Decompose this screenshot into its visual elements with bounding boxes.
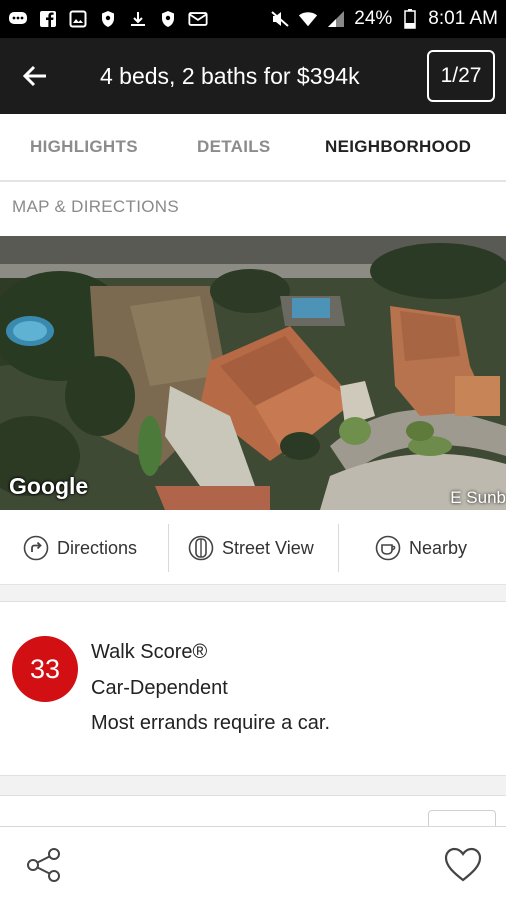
clock: 8:01 AM (428, 8, 498, 29)
directions-label: Directions (57, 537, 138, 558)
arrow-left-icon (22, 65, 46, 87)
tab-bar: HIGHLIGHTS DETAILS NEIGHBORHOOD (0, 114, 506, 182)
nearby-icon (375, 535, 401, 561)
walk-score-category: Car-Dependent (91, 677, 228, 699)
walk-score-badge: 33 (12, 636, 78, 702)
walk-score-description: Most errands require a car. (91, 712, 330, 734)
section-label-map: MAP & DIRECTIONS (12, 197, 179, 216)
battery-percent: 24% (354, 8, 393, 29)
battery-icon (400, 9, 420, 29)
share-icon (27, 848, 60, 882)
directions-icon (23, 535, 49, 561)
facebook-icon (38, 10, 58, 28)
back-button[interactable] (0, 38, 70, 114)
system-status: 24% 8:01 AM (270, 8, 498, 30)
map-actions: Directions Street View Nearby (0, 510, 506, 585)
status-bar: 24% 8:01 AM (0, 0, 506, 38)
section-gap (0, 776, 506, 796)
directions-button[interactable]: Directions (23, 524, 137, 572)
tab-highlights[interactable]: HIGHLIGHTS (30, 137, 138, 157)
bottom-action-bar (0, 826, 506, 900)
share-button[interactable] (24, 845, 64, 885)
photo-counter-button[interactable]: 1/27 (427, 50, 495, 102)
favorite-button[interactable] (444, 847, 482, 883)
image-icon (68, 10, 88, 28)
shield-icon (158, 10, 178, 28)
wifi-icon (298, 10, 318, 28)
street-view-label: Street View (222, 537, 314, 558)
mute-icon (270, 10, 290, 28)
street-view-button[interactable]: Street View (188, 524, 314, 572)
notification-icons (8, 10, 208, 28)
nearby-label: Nearby (409, 537, 468, 558)
heart-icon (444, 847, 482, 882)
walk-score-card[interactable]: 33 Walk Score® Car-Dependent Most errand… (0, 602, 506, 776)
nearby-button[interactable]: Nearby (375, 524, 467, 572)
shield-icon (98, 10, 118, 28)
next-card-preview (0, 796, 506, 830)
listing-title: 4 beds, 2 baths for $394k (100, 62, 360, 89)
walk-score-title: Walk Score® (91, 641, 208, 663)
signal-icon (326, 10, 346, 28)
chat-icon (8, 10, 28, 28)
divider (338, 524, 339, 572)
mail-icon (188, 10, 208, 28)
google-logo: Google (9, 473, 89, 499)
satellite-map[interactable]: Google E Sunb (0, 236, 506, 510)
section-gap (0, 585, 506, 602)
street-view-icon (188, 535, 214, 561)
tab-details[interactable]: DETAILS (197, 137, 271, 157)
divider (168, 524, 169, 572)
tab-neighborhood[interactable]: NEIGHBORHOOD (325, 137, 471, 157)
map-imagery (0, 236, 506, 510)
street-label: E Sunb (450, 488, 506, 507)
app-bar: 4 beds, 2 baths for $394k 1/27 (0, 38, 506, 114)
download-icon (128, 10, 148, 28)
